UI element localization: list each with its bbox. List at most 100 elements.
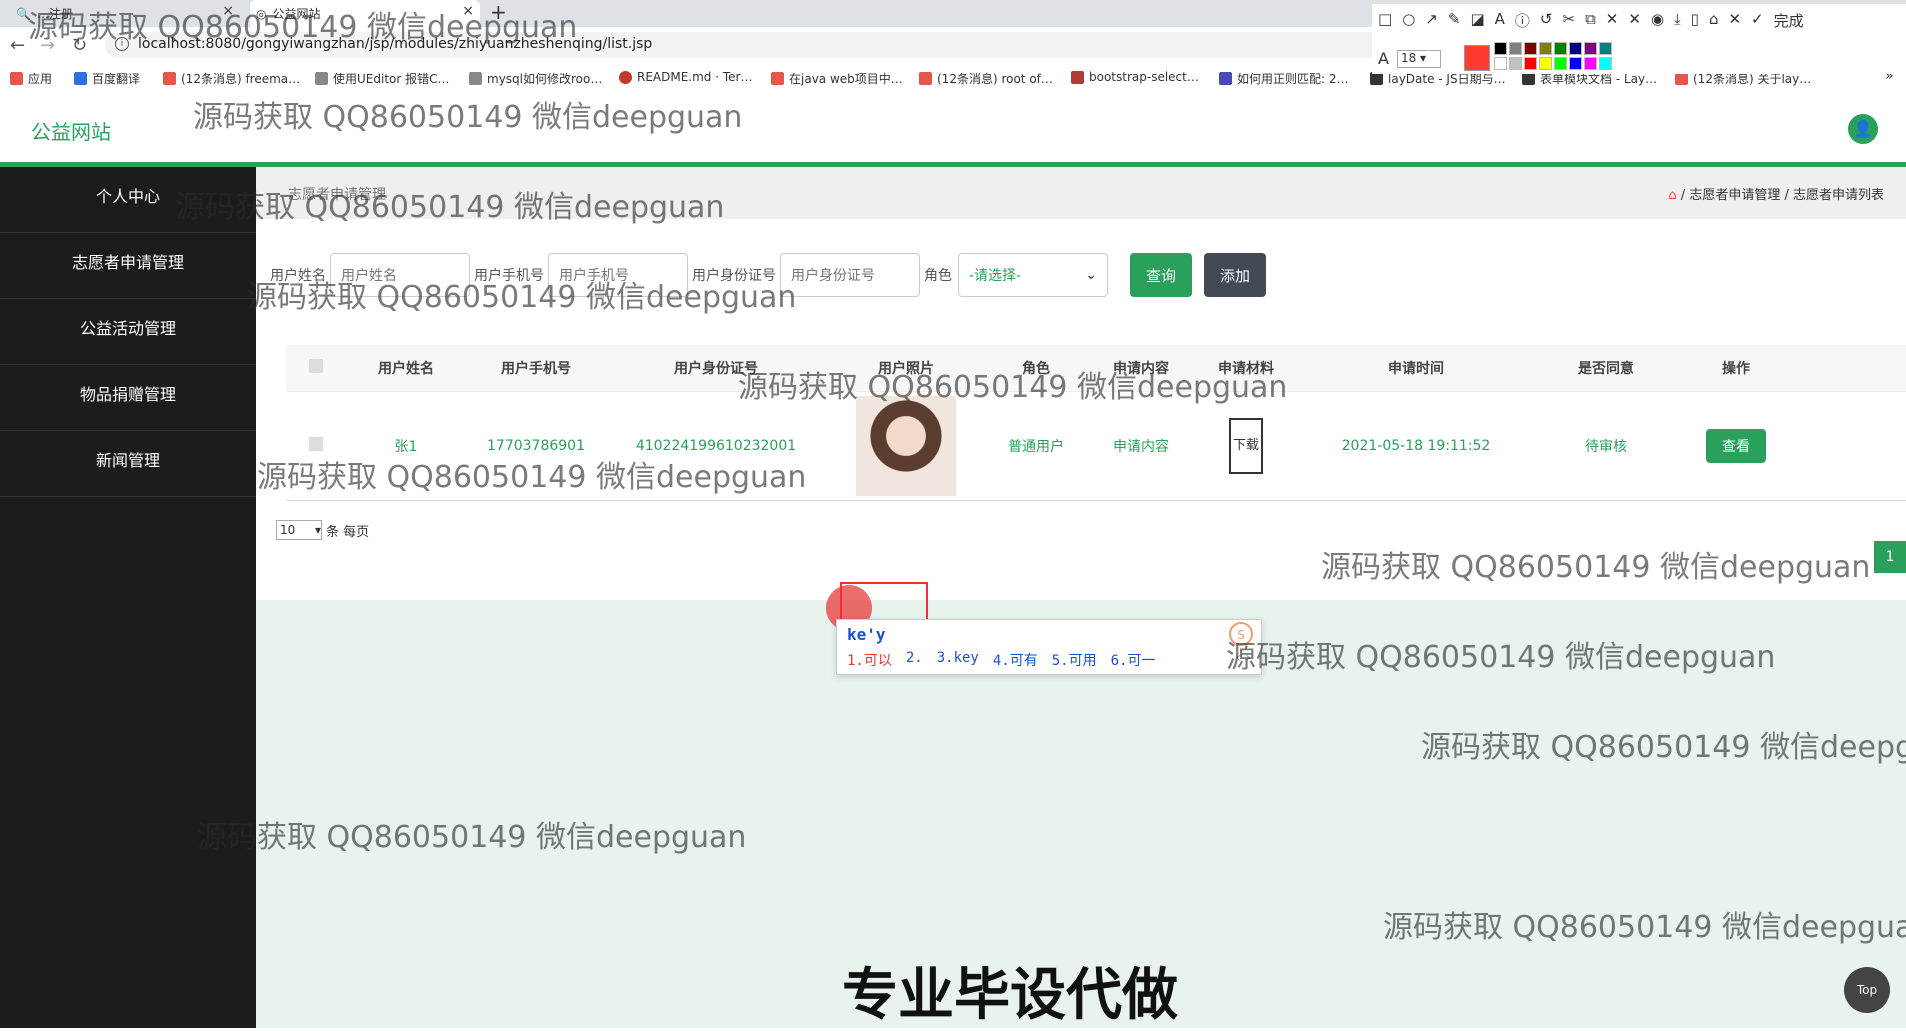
bookmark-item[interactable]: 百度翻译 (74, 70, 140, 87)
info-icon[interactable]: i (115, 37, 129, 51)
palette-color-swatch[interactable] (1584, 57, 1597, 70)
view-button[interactable]: 查看 (1706, 429, 1766, 463)
ime-candidate[interactable]: 4.可有 (993, 650, 1038, 670)
bookmark-item[interactable]: 应用 (10, 70, 52, 87)
home-icon[interactable]: ⌂ (1668, 188, 1676, 203)
ime-page-nav[interactable]: ‹ › (1235, 650, 1251, 666)
page-size-select[interactable]: 10 ▾ (276, 520, 322, 540)
annotation-tool-icon[interactable]: A (1495, 10, 1505, 31)
annotation-tool-icon[interactable]: ✎ (1448, 10, 1461, 31)
add-button[interactable]: 添加 (1204, 253, 1267, 297)
row-checkbox[interactable] (286, 437, 346, 455)
annotation-tool-icon[interactable]: ⤓ (1674, 10, 1681, 31)
palette-color-swatch[interactable] (1599, 57, 1612, 70)
annotation-tool-icon[interactable]: ✕ (1606, 10, 1619, 31)
palette-color-swatch[interactable] (1569, 57, 1582, 70)
download-button[interactable]: 下载 (1229, 418, 1263, 474)
palette-color-swatch[interactable] (1524, 42, 1537, 55)
url-text[interactable]: localhost:8080/gongyiwangzhan/jsp/module… (138, 36, 652, 52)
annotation-tool-icon[interactable]: ○ (1402, 10, 1415, 31)
csdn-icon (919, 72, 932, 85)
reload-icon[interactable]: ↻ (72, 35, 87, 56)
ime-candidate[interactable]: 1.可以 (847, 650, 892, 670)
sidebar-item-personal-center[interactable]: 个人中心 (0, 167, 256, 233)
back-to-top-button[interactable]: Top (1844, 967, 1890, 1013)
cell-content: 申请内容 (1113, 439, 1169, 455)
user-icon[interactable]: 👤 (1848, 114, 1878, 144)
role-select[interactable]: -请选择- ⌄ (958, 253, 1108, 297)
search-icon: 🔍 (16, 6, 31, 21)
column-header: 是否同意 (1578, 361, 1634, 377)
name-input[interactable] (330, 253, 470, 297)
sidebar-item-volunteer-application[interactable]: 志愿者申请管理 (0, 233, 256, 299)
page-number-button[interactable]: 1 (1874, 541, 1906, 573)
forward-icon[interactable]: → (40, 35, 55, 56)
palette-color-swatch[interactable] (1584, 42, 1597, 55)
annotation-tool-icon[interactable]: 完成 (1774, 10, 1804, 31)
palette-color-swatch[interactable] (1524, 57, 1537, 70)
ime-candidate[interactable]: 6.可一 (1111, 650, 1156, 670)
annotation-tool-icon[interactable]: □ (1378, 10, 1392, 31)
palette-color-swatch[interactable] (1509, 57, 1522, 70)
query-button[interactable]: 查询 (1130, 253, 1193, 297)
palette-color-swatch[interactable] (1539, 42, 1552, 55)
name-label: 用户姓名 (270, 268, 326, 284)
annotation-tool-icon[interactable]: ⌂ (1709, 10, 1719, 31)
browser-tab[interactable]: 🔍 …注册 × (10, 0, 240, 27)
cell-status: 待审核 (1585, 439, 1627, 455)
close-tab-icon[interactable]: × (462, 3, 474, 19)
search-form: 用户姓名 用户手机号 用户身份证号 角色 -请选择-⌄ 查询 添加 (270, 253, 1267, 297)
phone-input[interactable] (548, 253, 688, 297)
sidebar-item-donation[interactable]: 物品捐赠管理 (0, 365, 256, 431)
annotation-tool-icon[interactable]: ↗ (1425, 10, 1438, 31)
close-tab-icon[interactable]: × (222, 3, 234, 19)
phone-label: 用户手机号 (474, 268, 544, 284)
id-number-input[interactable] (780, 253, 920, 297)
ime-candidate[interactable]: 3.key (937, 650, 979, 670)
annotation-tool-icon[interactable]: ↺ (1540, 10, 1553, 31)
sidebar-item-news[interactable]: 新闻管理 (0, 431, 256, 497)
annotation-tool-icon[interactable]: ⧉ (1585, 10, 1596, 31)
bookmark-item[interactable]: mysql如何修改roo… (469, 70, 602, 87)
annotation-tool-icon[interactable]: ✂ (1562, 10, 1575, 31)
palette-color-swatch[interactable] (1554, 42, 1567, 55)
site-logo[interactable]: 公益网站 (31, 116, 111, 145)
ime-candidate[interactable]: 5.可用 (1052, 650, 1097, 670)
data-table: 用户姓名 用户手机号 用户身份证号 用户照片 角色 申请内容 申请材料 申请时间… (286, 345, 1906, 501)
font-icon: A (1378, 49, 1389, 68)
annotation-tool-icon[interactable]: ◪ (1470, 10, 1484, 31)
column-header: 申请内容 (1113, 361, 1169, 377)
new-tab-button[interactable]: + (490, 0, 507, 24)
bookmark-item[interactable]: bootstrap-select… (1071, 70, 1199, 84)
annotation-tool-icon[interactable]: ✓ (1751, 10, 1764, 31)
column-header: 角色 (1022, 361, 1050, 377)
back-icon[interactable]: ← (10, 35, 25, 56)
palette-color-swatch[interactable] (1494, 42, 1507, 55)
palette-color-swatch[interactable] (1539, 57, 1552, 70)
bookmark-item[interactable]: 如何用正则匹配: 2… (1219, 70, 1349, 87)
select-all-checkbox[interactable] (286, 359, 346, 377)
palette-color-swatch[interactable] (1554, 57, 1567, 70)
bookmark-item[interactable]: 在java web项目中… (771, 70, 903, 87)
palette-color-swatch[interactable] (1509, 42, 1522, 55)
palette-color-swatch[interactable] (1494, 57, 1507, 70)
page-title: 志愿者申请管理 (288, 187, 386, 203)
annotation-tool-icon[interactable]: ✕ (1728, 10, 1741, 31)
bookmark-item[interactable]: 使用UEditor 报错C… (315, 70, 450, 87)
sidebar-item-charity-activity[interactable]: 公益活动管理 (0, 299, 256, 365)
annotation-tool-icon[interactable]: ✕ (1628, 10, 1641, 31)
ime-candidate[interactable]: 2. (906, 650, 923, 670)
annotation-tool-icon[interactable]: ⓘ (1515, 10, 1530, 31)
browser-tab-active[interactable]: ◎ 公益网站 × (250, 0, 480, 27)
current-color-swatch[interactable] (1464, 45, 1490, 71)
annotation-tool-icon[interactable]: ▯ (1691, 10, 1699, 31)
font-size-select[interactable]: 18 ▾ (1396, 49, 1441, 68)
palette-color-swatch[interactable] (1569, 42, 1582, 55)
annotation-tool-icon[interactable]: ◉ (1651, 10, 1664, 31)
breadcrumb-item[interactable]: 志愿者申请管理 (1689, 188, 1780, 203)
chevron-down-icon: ▾ (314, 523, 321, 537)
bookmark-item[interactable]: README.md · Ter… (619, 70, 752, 84)
bookmark-item[interactable]: (12条消息) freema… (163, 70, 300, 87)
palette-color-swatch[interactable] (1599, 42, 1612, 55)
bookmark-item[interactable]: (12条消息) root of… (919, 70, 1053, 87)
